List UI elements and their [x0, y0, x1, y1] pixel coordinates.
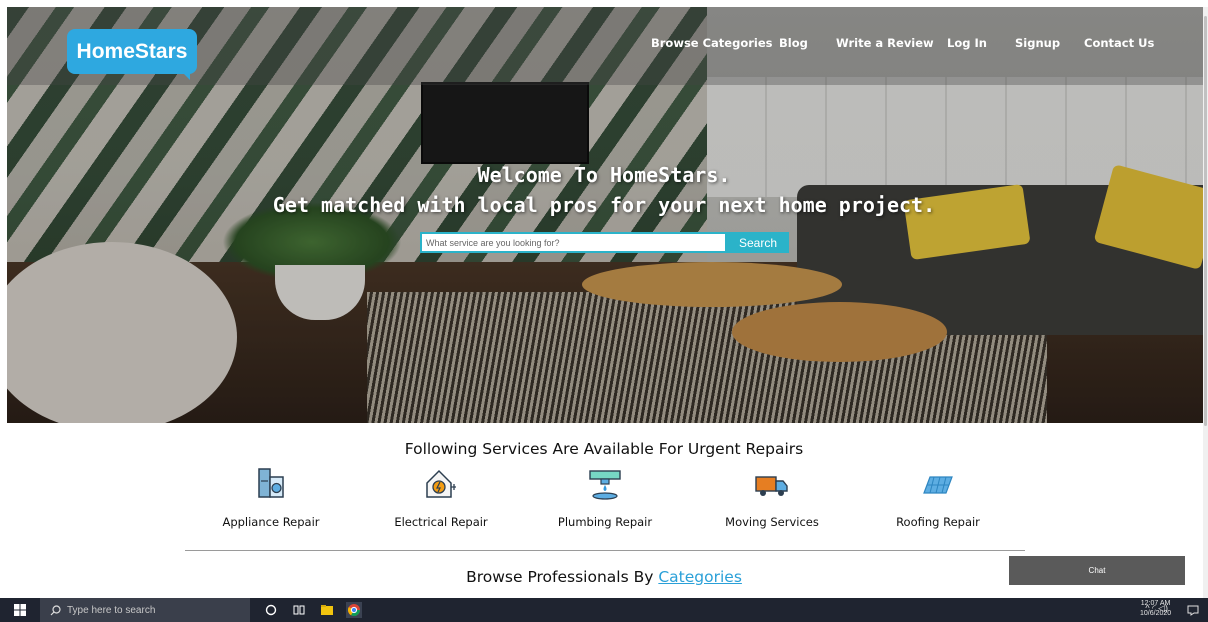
- plumbing-icon: [589, 470, 621, 500]
- service-roofing-repair[interactable]: Roofing Repair: [863, 467, 1013, 529]
- taskbar-search-box[interactable]: Type here to search: [40, 598, 250, 622]
- nav-log-in[interactable]: Log In: [947, 36, 987, 50]
- search-icon: [50, 604, 61, 615]
- section-divider: [185, 550, 1025, 551]
- nav-signup[interactable]: Signup: [1015, 36, 1060, 50]
- categories-link[interactable]: Categories: [658, 568, 742, 586]
- taskbar-search-placeholder: Type here to search: [67, 604, 156, 616]
- service-label: Plumbing Repair: [557, 515, 653, 529]
- service-moving-services[interactable]: Moving Services: [697, 467, 847, 529]
- windows-start-button[interactable]: [0, 598, 40, 622]
- nav-browse-categories[interactable]: Browse Categories: [651, 36, 773, 50]
- chrome-icon[interactable]: [346, 602, 362, 618]
- file-explorer-icon[interactable]: [319, 602, 335, 618]
- electrical-icon: [426, 469, 456, 498]
- hero-subtitle: Get matched with local pros for your nex…: [272, 193, 936, 217]
- windows-logo-icon: [14, 604, 26, 616]
- logo-speech-tail: [178, 68, 190, 80]
- notification-icon[interactable]: [1186, 603, 1200, 617]
- chat-button[interactable]: Chat: [1009, 556, 1185, 585]
- service-appliance-repair[interactable]: Appliance Repair: [196, 467, 346, 529]
- nav-write-review[interactable]: Write a Review: [836, 36, 934, 50]
- service-plumbing-repair[interactable]: Plumbing Repair: [530, 467, 680, 529]
- service-electrical-repair[interactable]: Electrical Repair: [366, 467, 516, 529]
- service-label: Roofing Repair: [896, 515, 980, 529]
- browse-heading-text: Browse Professionals By: [466, 568, 659, 586]
- appliance-icon: [258, 468, 284, 498]
- windows-taskbar: Type here to search ^ ◜ ◁) 12:07 AM 10/6…: [0, 598, 1208, 622]
- taskbar-clock[interactable]: 12:07 AM 10/6/2020: [1140, 599, 1171, 619]
- roofing-icon: [923, 476, 953, 494]
- moving-truck-icon: [755, 476, 788, 496]
- scrollbar-thumb[interactable]: [1204, 16, 1207, 426]
- search-button[interactable]: Search: [727, 232, 789, 253]
- service-label: Appliance Repair: [222, 515, 320, 529]
- clock-date: 10/6/2020: [1140, 610, 1172, 617]
- services-heading: Following Services Are Available For Urg…: [404, 440, 804, 458]
- service-search-input[interactable]: [420, 232, 727, 253]
- nav-blog[interactable]: Blog: [779, 36, 808, 50]
- clock-time: 12:07 AM: [1140, 600, 1171, 607]
- service-label: Moving Services: [725, 515, 819, 529]
- service-label: Electrical Repair: [394, 515, 488, 529]
- hero-welcome-title: Welcome To HomeStars.: [477, 163, 731, 187]
- nav-contact-us[interactable]: Contact Us: [1084, 36, 1154, 50]
- cortana-icon[interactable]: [263, 602, 279, 618]
- task-view-icon[interactable]: [291, 602, 307, 618]
